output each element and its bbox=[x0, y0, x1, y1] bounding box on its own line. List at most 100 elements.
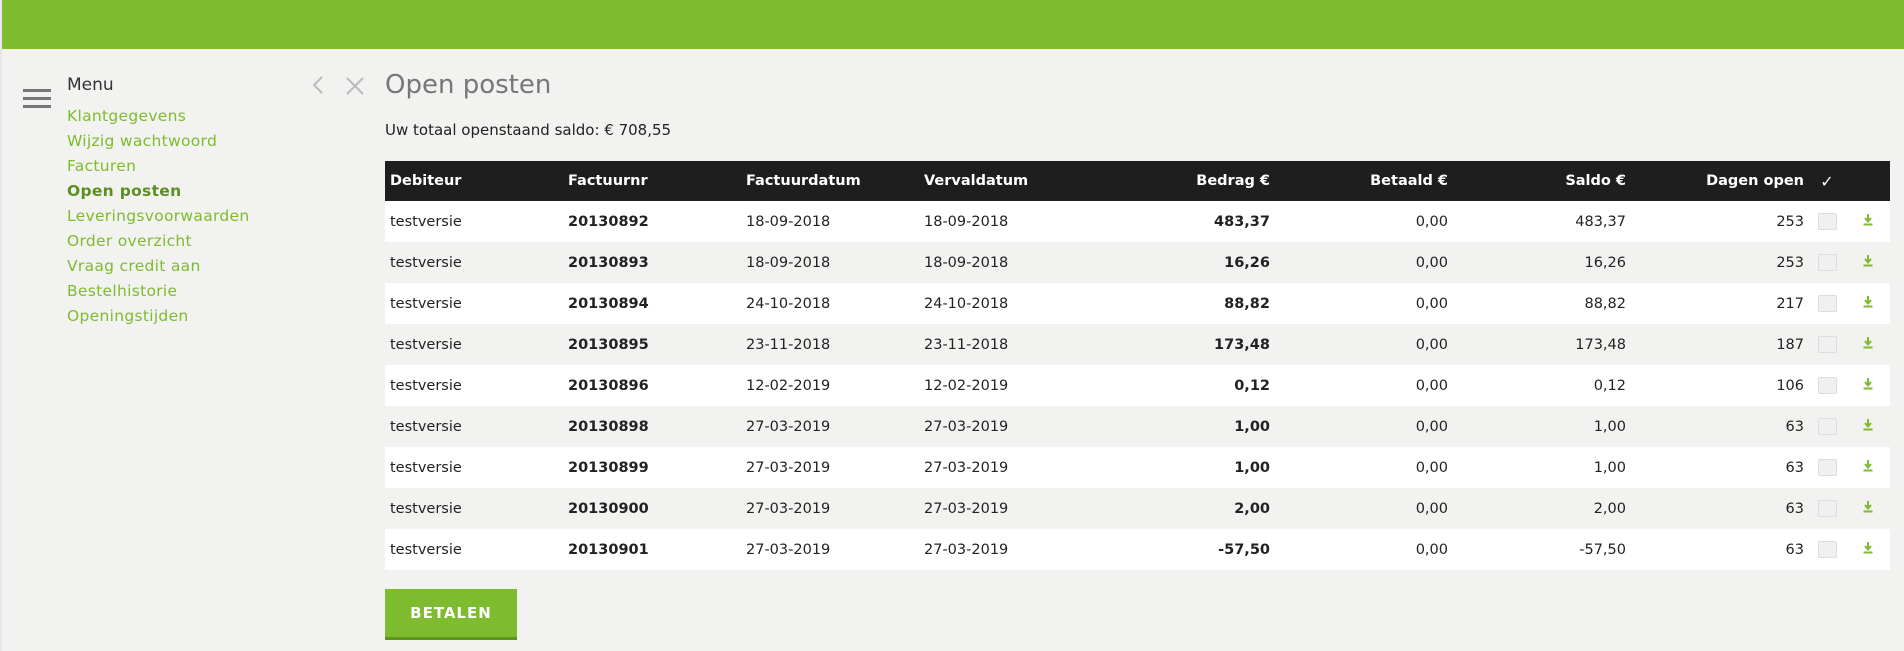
download-icon[interactable] bbox=[1862, 213, 1874, 230]
col-header-download bbox=[1845, 161, 1890, 201]
cell-download bbox=[1845, 406, 1890, 447]
cell-debiteur: testversie bbox=[390, 213, 462, 230]
sidebar-item-order-overzicht[interactable]: Order overzicht bbox=[67, 231, 250, 256]
row-select-checkbox[interactable] bbox=[1817, 377, 1837, 394]
download-icon[interactable] bbox=[1862, 377, 1874, 394]
left-edge-divider bbox=[0, 49, 2, 651]
cell-vervaldatum: 12-02-2019 bbox=[924, 377, 1009, 394]
sidebar-item-vraag-credit-aan[interactable]: Vraag credit aan bbox=[67, 256, 250, 281]
cell-bedrag: 2,00 bbox=[1234, 500, 1270, 517]
page-nav bbox=[312, 72, 365, 102]
sidebar-menu: Klantgegevens Wijzig wachtwoord Facturen… bbox=[67, 106, 250, 331]
cell-factuurnr: 20130894 bbox=[568, 295, 649, 312]
cell-dagen-open: 63 bbox=[1785, 459, 1804, 476]
cell-betaald: 0,00 bbox=[1415, 500, 1448, 517]
cell-factuurdatum: 27-03-2019 bbox=[746, 459, 831, 476]
cell-download bbox=[1845, 324, 1890, 365]
cell-download bbox=[1845, 242, 1890, 283]
cell-select bbox=[1809, 324, 1845, 365]
col-header-dagen-open[interactable]: Dagen open bbox=[1631, 161, 1809, 201]
cell-betaald: 0,00 bbox=[1415, 541, 1448, 558]
download-icon[interactable] bbox=[1862, 254, 1874, 271]
cell-select bbox=[1809, 529, 1845, 570]
cell-dagen-open: 63 bbox=[1785, 541, 1804, 558]
cell-saldo: 483,37 bbox=[1575, 213, 1626, 230]
cell-select bbox=[1809, 365, 1845, 406]
top-bar bbox=[0, 0, 1904, 49]
download-icon[interactable] bbox=[1862, 295, 1874, 312]
sidebar-item-leveringsvoorwaarden[interactable]: Leveringsvoorwaarden bbox=[67, 206, 250, 231]
row-select-checkbox[interactable] bbox=[1817, 295, 1837, 312]
table-row: testversie 20130895 23-11-2018 23-11-2018 17… bbox=[385, 324, 1890, 365]
cell-betaald: 0,00 bbox=[1415, 377, 1448, 394]
table-header-row: Debiteur Factuurnr Factuurdatum Vervalda… bbox=[385, 161, 1890, 201]
cell-betaald: 0,00 bbox=[1415, 418, 1448, 435]
cell-vervaldatum: 27-03-2019 bbox=[924, 500, 1009, 517]
row-select-checkbox[interactable] bbox=[1817, 418, 1837, 435]
cell-dagen-open: 217 bbox=[1776, 295, 1804, 312]
row-select-checkbox[interactable] bbox=[1817, 254, 1837, 271]
hamburger-icon[interactable] bbox=[23, 89, 51, 109]
cell-debiteur: testversie bbox=[390, 418, 462, 435]
col-header-factuurdatum[interactable]: Factuurdatum bbox=[741, 161, 919, 201]
sidebar-item-bestelhistorie[interactable]: Bestelhistorie bbox=[67, 281, 250, 306]
sidebar-item-open-posten[interactable]: Open posten bbox=[67, 181, 250, 206]
cell-vervaldatum: 18-09-2018 bbox=[924, 213, 1009, 230]
cell-vervaldatum: 27-03-2019 bbox=[924, 541, 1009, 558]
cell-factuurdatum: 12-02-2019 bbox=[746, 377, 831, 394]
sidebar-item-facturen[interactable]: Facturen bbox=[67, 156, 250, 181]
cell-dagen-open: 106 bbox=[1776, 377, 1804, 394]
sidebar-item-openingstijden[interactable]: Openingstijden bbox=[67, 306, 250, 331]
row-select-checkbox[interactable] bbox=[1817, 541, 1837, 558]
col-header-bedrag[interactable]: Bedrag € bbox=[1097, 161, 1275, 201]
menu-title: Menu bbox=[67, 75, 114, 95]
download-icon[interactable] bbox=[1862, 418, 1874, 435]
open-items-table: Debiteur Factuurnr Factuurdatum Vervalda… bbox=[385, 161, 1890, 570]
cell-bedrag: 16,26 bbox=[1224, 254, 1270, 271]
cell-betaald: 0,00 bbox=[1415, 336, 1448, 353]
cell-factuurdatum: 24-10-2018 bbox=[746, 295, 831, 312]
cell-download bbox=[1845, 283, 1890, 324]
chevron-left-icon[interactable] bbox=[312, 75, 324, 101]
close-icon[interactable] bbox=[345, 73, 365, 103]
cell-debiteur: testversie bbox=[390, 459, 462, 476]
cell-select bbox=[1809, 242, 1845, 283]
row-select-checkbox[interactable] bbox=[1817, 459, 1837, 476]
row-select-checkbox[interactable] bbox=[1817, 500, 1837, 517]
col-header-debiteur[interactable]: Debiteur bbox=[385, 161, 563, 201]
download-icon[interactable] bbox=[1862, 336, 1874, 353]
download-icon[interactable] bbox=[1862, 459, 1874, 476]
cell-factuurdatum: 18-09-2018 bbox=[746, 254, 831, 271]
col-header-factuurnr[interactable]: Factuurnr bbox=[563, 161, 741, 201]
cell-bedrag: -57,50 bbox=[1218, 541, 1270, 558]
cell-factuurnr: 20130896 bbox=[568, 377, 649, 394]
cell-debiteur: testversie bbox=[390, 541, 462, 558]
cell-debiteur: testversie bbox=[390, 377, 462, 394]
cell-vervaldatum: 24-10-2018 bbox=[924, 295, 1009, 312]
col-header-betaald[interactable]: Betaald € bbox=[1275, 161, 1453, 201]
pay-button[interactable]: BETALEN bbox=[385, 589, 517, 640]
cell-factuurnr: 20130892 bbox=[568, 213, 649, 230]
cell-select bbox=[1809, 283, 1845, 324]
sidebar-item-klantgegevens[interactable]: Klantgegevens bbox=[67, 106, 250, 131]
cell-factuurdatum: 27-03-2019 bbox=[746, 500, 831, 517]
cell-factuurnr: 20130901 bbox=[568, 541, 649, 558]
cell-factuurdatum: 27-03-2019 bbox=[746, 418, 831, 435]
cell-dagen-open: 187 bbox=[1776, 336, 1804, 353]
sidebar-item-wijzig-wachtwoord[interactable]: Wijzig wachtwoord bbox=[67, 131, 250, 156]
col-header-saldo[interactable]: Saldo € bbox=[1453, 161, 1631, 201]
page-title: Open posten bbox=[385, 70, 552, 100]
row-select-checkbox[interactable] bbox=[1817, 213, 1837, 230]
select-all-check-icon[interactable]: ✓ bbox=[1809, 161, 1845, 201]
cell-factuurnr: 20130895 bbox=[568, 336, 649, 353]
col-header-vervaldatum[interactable]: Vervaldatum bbox=[919, 161, 1097, 201]
cell-saldo: 1,00 bbox=[1593, 418, 1626, 435]
table-row: testversie 20130898 27-03-2019 27-03-2019 1,… bbox=[385, 406, 1890, 447]
cell-vervaldatum: 27-03-2019 bbox=[924, 418, 1009, 435]
cell-vervaldatum: 23-11-2018 bbox=[924, 336, 1009, 353]
cell-download bbox=[1845, 488, 1890, 529]
cell-select bbox=[1809, 406, 1845, 447]
download-icon[interactable] bbox=[1862, 541, 1874, 558]
download-icon[interactable] bbox=[1862, 500, 1874, 517]
row-select-checkbox[interactable] bbox=[1817, 336, 1837, 353]
